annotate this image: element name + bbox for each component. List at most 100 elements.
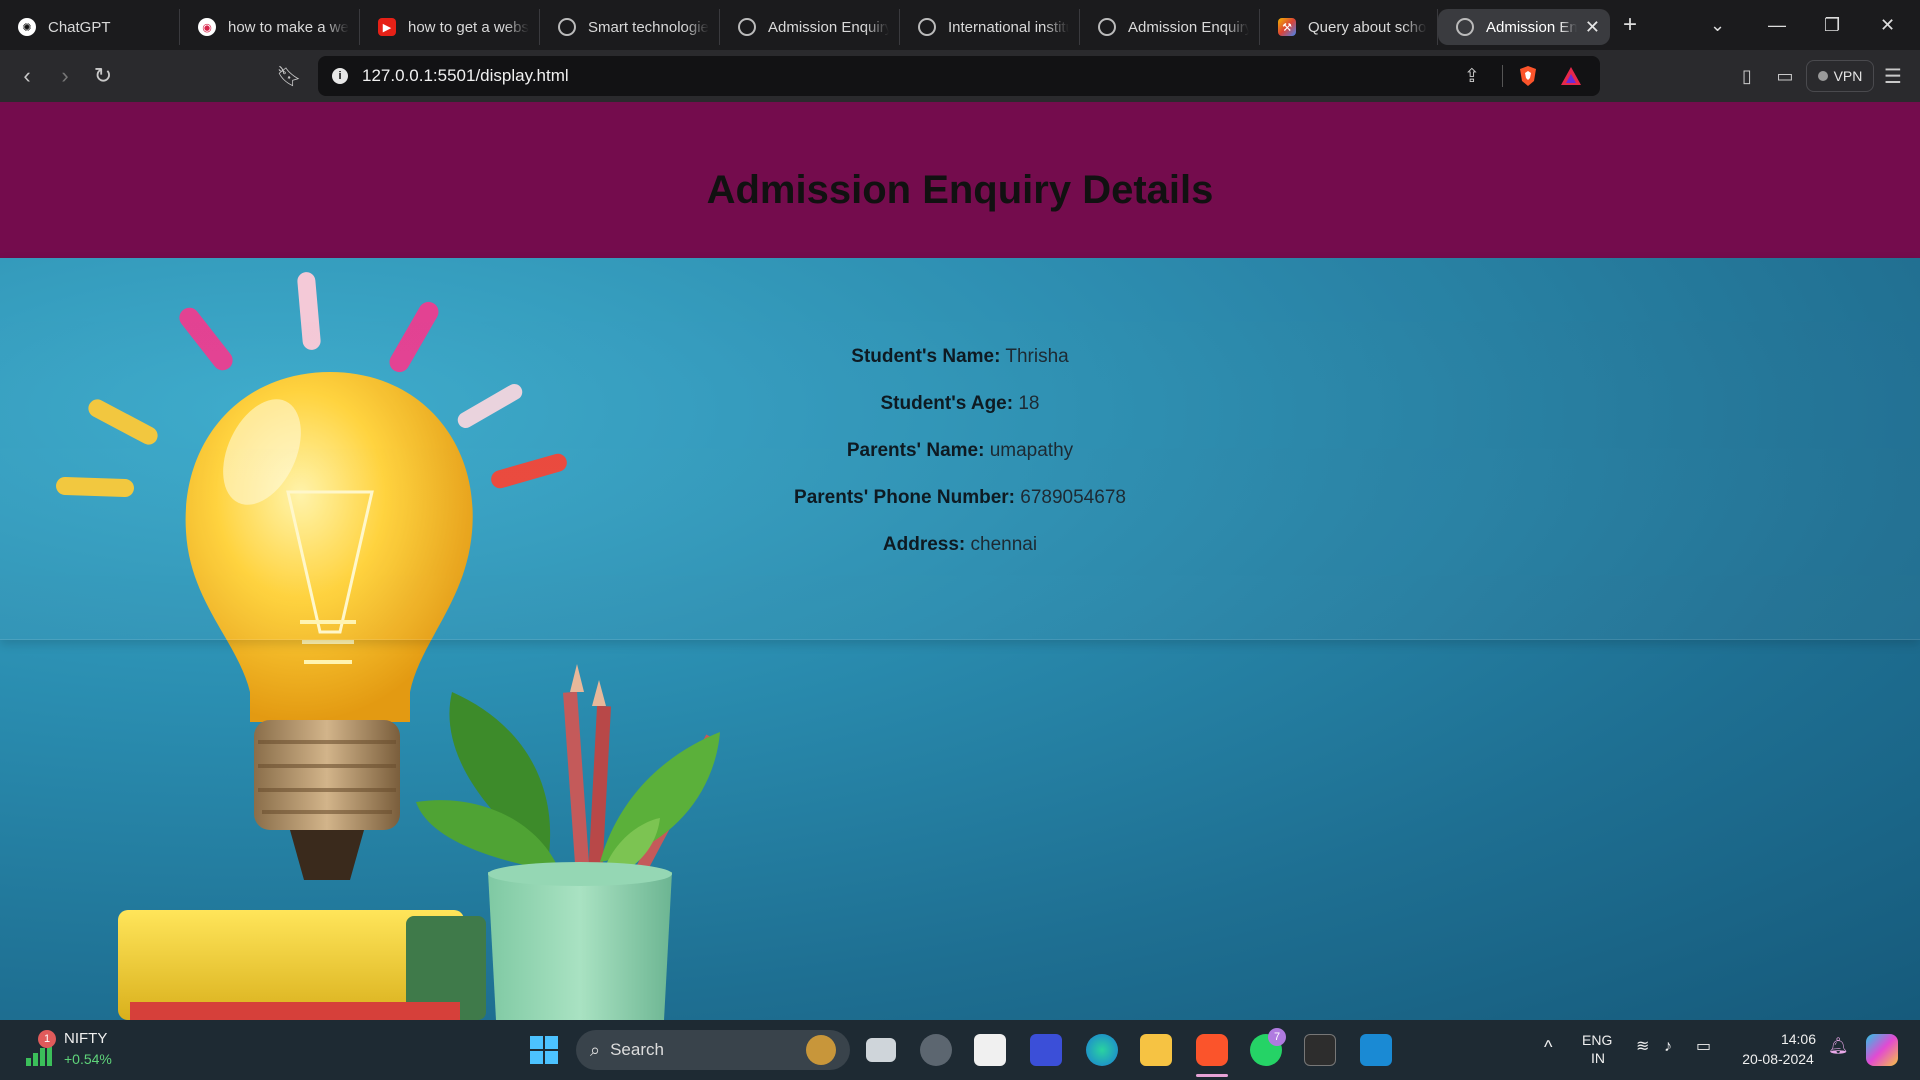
field-value: 6789054678 — [1020, 487, 1126, 508]
tab-admission-enquiry-1[interactable]: Admission Enquiry — [720, 9, 900, 45]
wallet-icon[interactable]: ▭ — [1766, 66, 1804, 87]
show-hidden-icons-icon[interactable]: ^ — [1544, 1038, 1552, 1056]
detail-row-address: Address: chennai — [0, 530, 1920, 577]
notification-bell-icon[interactable]: 🔔︎ — [1828, 1038, 1848, 1056]
globe-icon — [1456, 18, 1474, 36]
active-app-indicator — [1196, 1074, 1228, 1077]
tab-international[interactable]: International institute — [900, 9, 1080, 45]
globe-icon — [918, 18, 936, 36]
nifty-widget[interactable]: 1 — [24, 1030, 56, 1068]
file-explorer-icon[interactable] — [1140, 1034, 1172, 1066]
browser-tab-strip: ✺ ChatGPT ◉ how to make a website ▶ how … — [0, 0, 1920, 50]
page-viewport: Admission Enquiry Details Student's Name… — [0, 102, 1920, 1020]
task-view-icon[interactable] — [866, 1038, 896, 1062]
minimize-button[interactable]: — — [1768, 0, 1786, 50]
detail-row-student-age: Student's Age: 18 — [0, 389, 1920, 436]
vpn-label: VPN — [1833, 68, 1863, 84]
brave-rewards-icon: ◉ — [198, 18, 216, 36]
tab-admission-enquiry-active[interactable]: Admission Enquiry ✕ — [1438, 9, 1610, 45]
tab-label: Admission Enquiry — [768, 18, 889, 36]
windows-taskbar: 1 NIFTY +0.54% ⌕ Search 7 ^ ENG IN ≋ ♪ ▭… — [0, 1020, 1920, 1080]
globe-icon — [738, 18, 756, 36]
globe-icon — [558, 18, 576, 36]
page-header: Admission Enquiry Details — [0, 102, 1920, 258]
clock-time[interactable]: 14:06 — [1780, 1030, 1816, 1048]
app-icon[interactable] — [1030, 1034, 1062, 1066]
windows-start-icon[interactable] — [528, 1034, 560, 1066]
field-label: Student's Name: — [851, 346, 1001, 367]
nifty-label: NIFTY — [64, 1030, 108, 1047]
field-value: Thrisha — [1005, 346, 1069, 367]
language-indicator[interactable]: ENG — [1582, 1031, 1612, 1049]
tab-label: International institute — [948, 18, 1069, 36]
forward-button[interactable]: › — [46, 63, 84, 89]
divider — [1502, 65, 1503, 87]
close-window-button[interactable]: ✕ — [1880, 0, 1895, 50]
tab-label: ChatGPT — [48, 18, 111, 36]
close-tab-icon[interactable]: ✕ — [1585, 17, 1600, 38]
volume-icon[interactable]: ♪ — [1664, 1038, 1672, 1056]
share-icon[interactable]: ⇪ — [1464, 65, 1480, 88]
language-region[interactable]: IN — [1591, 1049, 1605, 1067]
search-highlight-icon — [806, 1035, 836, 1065]
copilot-icon[interactable] — [920, 1034, 952, 1066]
field-label: Parents' Phone Number: — [794, 487, 1015, 508]
tab-query-about-school[interactable]: ⚒ Query about school — [1260, 9, 1438, 45]
taskbar-search-box[interactable]: ⌕ Search — [576, 1030, 850, 1070]
brave-rewards-triangle-icon[interactable] — [1560, 66, 1582, 86]
site-info-icon[interactable]: i — [332, 68, 348, 84]
field-label: Student's Age: — [880, 393, 1014, 414]
nifty-change: +0.54% — [64, 1051, 112, 1067]
field-value: umapathy — [989, 440, 1074, 461]
tab-label: Admission Enquiry — [1486, 18, 1577, 36]
brave-shields-icon[interactable] — [1518, 65, 1538, 87]
chatgpt-icon: ✺ — [18, 18, 36, 36]
terminal-icon[interactable] — [1304, 1034, 1336, 1066]
search-icon: ⌕ — [590, 1039, 601, 1060]
brave-icon[interactable] — [1196, 1034, 1228, 1066]
vscode-icon[interactable] — [1360, 1034, 1392, 1066]
detail-row-parents-name: Parents' Name: umapathy — [0, 436, 1920, 483]
whatsapp-badge: 7 — [1268, 1028, 1286, 1046]
tab-label: Smart technologies — [588, 18, 709, 36]
youtube-icon: ▶ — [378, 18, 396, 36]
detail-row-student-name: Student's Name: Thrisha — [0, 342, 1920, 389]
field-value: chennai — [970, 534, 1038, 555]
microsoft-store-icon[interactable] — [974, 1034, 1006, 1066]
battery-icon[interactable]: ▭ — [1696, 1038, 1711, 1056]
tab-how-to-get[interactable]: ▶ how to get a website — [360, 9, 540, 45]
new-tab-button[interactable]: + — [1610, 11, 1650, 39]
enquiry-details: Student's Name: Thrisha Student's Age: 1… — [0, 342, 1920, 577]
detail-row-parents-phone: Parents' Phone Number: 6789054678 — [0, 483, 1920, 530]
clock-date[interactable]: 20-08-2024 — [1738, 1050, 1818, 1068]
globe-icon — [1098, 18, 1116, 36]
field-label: Address: — [882, 534, 966, 555]
restore-button[interactable]: ❐ — [1824, 0, 1840, 50]
tab-label: Query about school — [1308, 18, 1427, 36]
address-bar[interactable]: i 127.0.0.1:5501/display.html ⇪ — [318, 56, 1600, 96]
tab-how-to-make[interactable]: ◉ how to make a website — [180, 9, 360, 45]
copilot-pre-icon[interactable] — [1866, 1034, 1898, 1066]
browser-toolbar: ‹ › ↻ 🔖︎ i 127.0.0.1:5501/display.html ⇪… — [0, 50, 1920, 102]
wifi-icon[interactable]: ≋ — [1636, 1038, 1649, 1056]
sidebar-icon[interactable]: ▯ — [1728, 66, 1766, 87]
tab-admission-enquiry-2[interactable]: Admission Enquiry — [1080, 9, 1260, 45]
tools-icon: ⚒ — [1278, 18, 1296, 36]
vpn-button[interactable]: VPN — [1806, 60, 1874, 92]
search-label: Search — [610, 1040, 664, 1059]
tab-search-button[interactable]: ⌄ — [1710, 0, 1725, 50]
tab-label: how to get a website — [408, 18, 529, 36]
notification-badge: 1 — [38, 1030, 56, 1048]
reload-button[interactable]: ↻ — [84, 63, 122, 89]
tab-label: how to make a website — [228, 18, 349, 36]
back-button[interactable]: ‹ — [8, 63, 46, 89]
tab-chatgpt[interactable]: ✺ ChatGPT — [0, 9, 180, 45]
bookmark-icon[interactable]: 🔖︎ — [270, 64, 308, 89]
tab-smart-technologies[interactable]: Smart technologies — [540, 9, 720, 45]
menu-icon[interactable]: ☰ — [1874, 64, 1912, 89]
field-label: Parents' Name: — [846, 440, 985, 461]
field-value: 18 — [1018, 393, 1040, 414]
tab-label: Admission Enquiry — [1128, 18, 1249, 36]
edge-icon[interactable] — [1086, 1034, 1118, 1066]
url-text[interactable]: 127.0.0.1:5501/display.html — [362, 66, 569, 86]
